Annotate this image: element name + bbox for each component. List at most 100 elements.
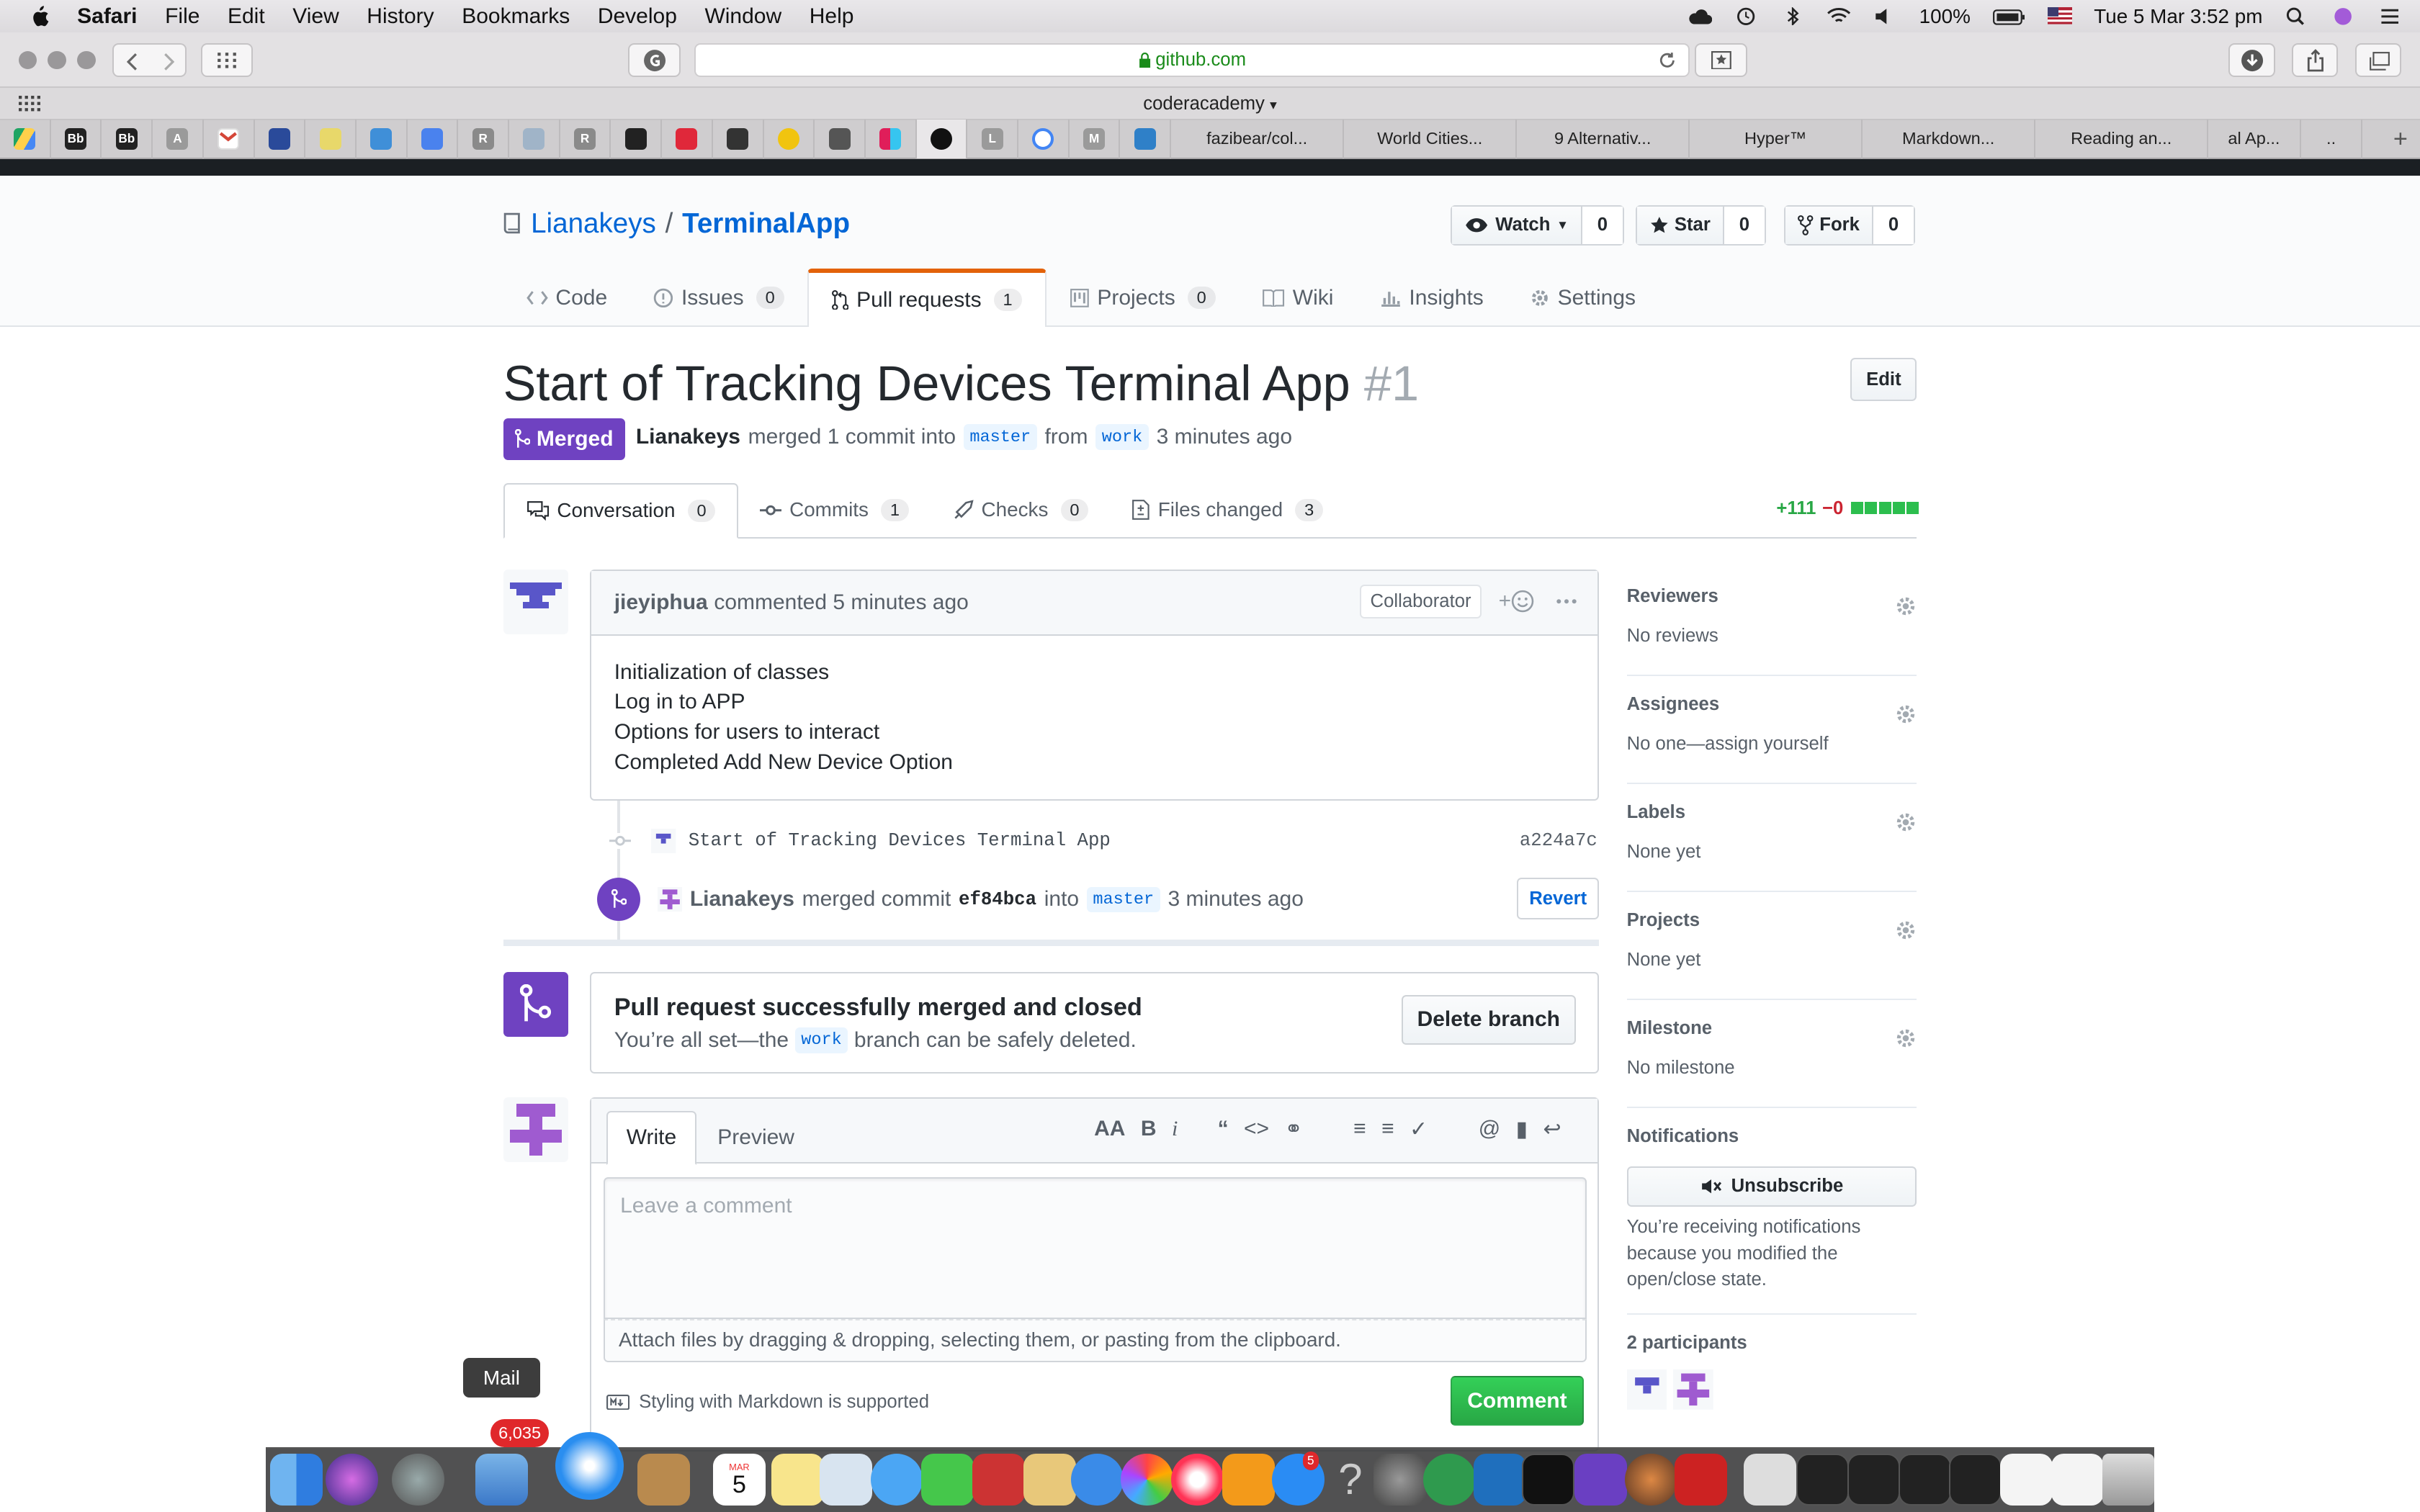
spotlight-search-icon[interactable] bbox=[2284, 7, 2308, 26]
notification-center-icon[interactable] bbox=[2377, 7, 2401, 26]
system-preferences-icon[interactable] bbox=[1373, 1453, 1426, 1506]
tab-files-changed[interactable]: Files changed 3 bbox=[1110, 483, 1345, 537]
dash-icon[interactable] bbox=[1574, 1453, 1627, 1506]
commit-sha-link[interactable]: a224a7c bbox=[1520, 830, 1597, 851]
add-reaction-button[interactable]: + bbox=[1499, 589, 1535, 613]
books-icon[interactable] bbox=[1222, 1453, 1275, 1506]
tab-r[interactable]: R bbox=[458, 120, 510, 158]
bold-icon[interactable]: B bbox=[1141, 1117, 1157, 1141]
tab-stripes[interactable] bbox=[509, 120, 560, 158]
tab-9-alternatives[interactable]: 9 Alternativ... bbox=[1517, 120, 1690, 158]
menu-file[interactable]: File bbox=[165, 4, 200, 29]
tab-conversation[interactable]: Conversation 0 bbox=[503, 482, 739, 539]
write-tab[interactable]: Write bbox=[606, 1110, 696, 1165]
commit-author-avatar[interactable] bbox=[651, 828, 676, 853]
mail-icon[interactable] bbox=[475, 1453, 528, 1506]
link-icon[interactable]: ⚭ bbox=[1284, 1117, 1302, 1142]
sidebar-assignees-value[interactable]: No one—assign yourself bbox=[1627, 734, 1917, 755]
vscode-icon[interactable] bbox=[1474, 1453, 1527, 1506]
commit-message-link[interactable]: Start of Tracking Devices Terminal App bbox=[689, 830, 1111, 851]
tab-gmail[interactable] bbox=[204, 120, 255, 158]
tab-plant[interactable] bbox=[305, 120, 357, 158]
tab-google[interactable] bbox=[1018, 120, 1070, 158]
menu-history[interactable]: History bbox=[367, 4, 434, 29]
comment-action[interactable]: commented 5 minutes ago bbox=[714, 590, 969, 615]
star-button[interactable]: Star bbox=[1637, 207, 1724, 244]
tab-al-ap[interactable]: al Ap... bbox=[2208, 120, 2301, 158]
tab-m[interactable]: M bbox=[1070, 120, 1121, 158]
back-forward-buttons[interactable] bbox=[112, 43, 187, 78]
tab-checks[interactable]: Checks 0 bbox=[931, 483, 1110, 537]
preview-tab[interactable]: Preview bbox=[699, 1111, 813, 1165]
tab-hyper[interactable]: Hyper™ bbox=[1690, 120, 1863, 158]
new-tab-plus-icon[interactable]: + bbox=[2393, 125, 2408, 153]
sidebar-assignees[interactable]: Assignees No one—assign yourself bbox=[1626, 694, 1917, 784]
merged-branch-name[interactable]: work bbox=[794, 1027, 848, 1053]
menu-view[interactable]: View bbox=[292, 4, 339, 29]
tab-a[interactable]: A bbox=[153, 120, 204, 158]
merger-avatar[interactable] bbox=[657, 887, 683, 912]
tab-code[interactable]: Code bbox=[503, 269, 631, 327]
dock-window-thumbnail[interactable] bbox=[1796, 1453, 1850, 1506]
dock-window-thumbnail[interactable] bbox=[1744, 1453, 1797, 1506]
tab-blackboard-2[interactable]: Bb bbox=[102, 120, 153, 158]
share-button[interactable] bbox=[2292, 43, 2339, 78]
tab-wiki[interactable]: Wiki bbox=[1239, 269, 1357, 327]
sidebar-grid-button[interactable] bbox=[200, 43, 254, 78]
sourcetree-icon[interactable] bbox=[1422, 1453, 1476, 1506]
watch-button[interactable]: Watch ▼ bbox=[1452, 207, 1583, 244]
menu-edit[interactable]: Edit bbox=[228, 4, 265, 29]
menu-help[interactable]: Help bbox=[810, 4, 854, 29]
tab-world-cities[interactable]: World Cities... bbox=[1344, 120, 1518, 158]
flag-us-icon[interactable] bbox=[2047, 6, 2073, 26]
edit-title-button[interactable]: Edit bbox=[1850, 358, 1917, 402]
unsubscribe-button[interactable]: Unsubscribe bbox=[1626, 1166, 1917, 1207]
reload-icon[interactable] bbox=[1658, 51, 1677, 70]
sidebar-labels[interactable]: Labels None yet bbox=[1626, 802, 1917, 892]
avatar[interactable] bbox=[503, 569, 568, 634]
notes-icon[interactable] bbox=[771, 1453, 825, 1506]
favorites-folder[interactable]: coderacademy bbox=[1143, 94, 1265, 114]
help-icon[interactable]: ? bbox=[1325, 1454, 1377, 1506]
dock-window-thumbnail[interactable] bbox=[1949, 1453, 2002, 1506]
tasklist-icon[interactable]: ✓ bbox=[1410, 1117, 1428, 1142]
tab-c[interactable] bbox=[815, 120, 866, 158]
menu-app-name[interactable]: Safari bbox=[77, 4, 137, 29]
photo-booth-icon[interactable] bbox=[972, 1453, 1025, 1506]
tab-insights[interactable]: Insights bbox=[1357, 269, 1507, 327]
menu-window[interactable]: Window bbox=[704, 4, 781, 29]
sidebar-milestone[interactable]: Milestone No milestone bbox=[1626, 1018, 1917, 1108]
tab-commits[interactable]: Commits 1 bbox=[738, 483, 930, 537]
bookmark-extension-button[interactable] bbox=[1694, 43, 1747, 78]
merge-user-link[interactable]: Lianakeys bbox=[690, 887, 794, 912]
dock-window-thumbnail[interactable] bbox=[2000, 1453, 2053, 1506]
apple-icon[interactable] bbox=[28, 5, 50, 27]
gear-icon[interactable] bbox=[1895, 1027, 1917, 1049]
fork-button[interactable]: Fork bbox=[1785, 207, 1874, 244]
siri-dock-icon[interactable] bbox=[326, 1453, 378, 1506]
menubar-clock[interactable]: Tue 5 Mar 3:52 pm bbox=[2094, 5, 2262, 28]
tab-markdown[interactable]: Markdown... bbox=[1863, 120, 2036, 158]
downloads-button[interactable] bbox=[2228, 43, 2275, 78]
participant-avatar-lianakeys[interactable] bbox=[1672, 1369, 1713, 1410]
gear-icon[interactable] bbox=[1895, 919, 1917, 941]
dock-window-thumbnail[interactable] bbox=[1847, 1453, 1900, 1506]
tab-m-red[interactable] bbox=[662, 120, 713, 158]
photos-icon[interactable] bbox=[1120, 1453, 1173, 1506]
italic-icon[interactable]: i bbox=[1172, 1117, 1178, 1141]
tab-codepen[interactable] bbox=[611, 120, 663, 158]
tab-yellow[interactable] bbox=[764, 120, 815, 158]
tab-settings[interactable]: Settings bbox=[1507, 269, 1659, 327]
maps-icon[interactable] bbox=[819, 1453, 872, 1506]
gear-icon[interactable] bbox=[1895, 595, 1917, 617]
battery-icon[interactable] bbox=[1992, 7, 2026, 26]
contacts-icon[interactable] bbox=[637, 1453, 690, 1506]
tab-fazibear[interactable]: fazibear/col... bbox=[1171, 120, 1345, 158]
reply-icon[interactable]: ↩ bbox=[1543, 1117, 1561, 1142]
tab-reading[interactable]: Reading an... bbox=[2035, 120, 2209, 158]
tab-l[interactable]: L bbox=[967, 120, 1019, 158]
star-count[interactable]: 0 bbox=[1724, 207, 1765, 244]
pr-author-link[interactable]: Lianakeys bbox=[636, 425, 740, 449]
participant-avatar-jieyiphua[interactable] bbox=[1626, 1369, 1667, 1410]
watch-count[interactable]: 0 bbox=[1582, 207, 1623, 244]
